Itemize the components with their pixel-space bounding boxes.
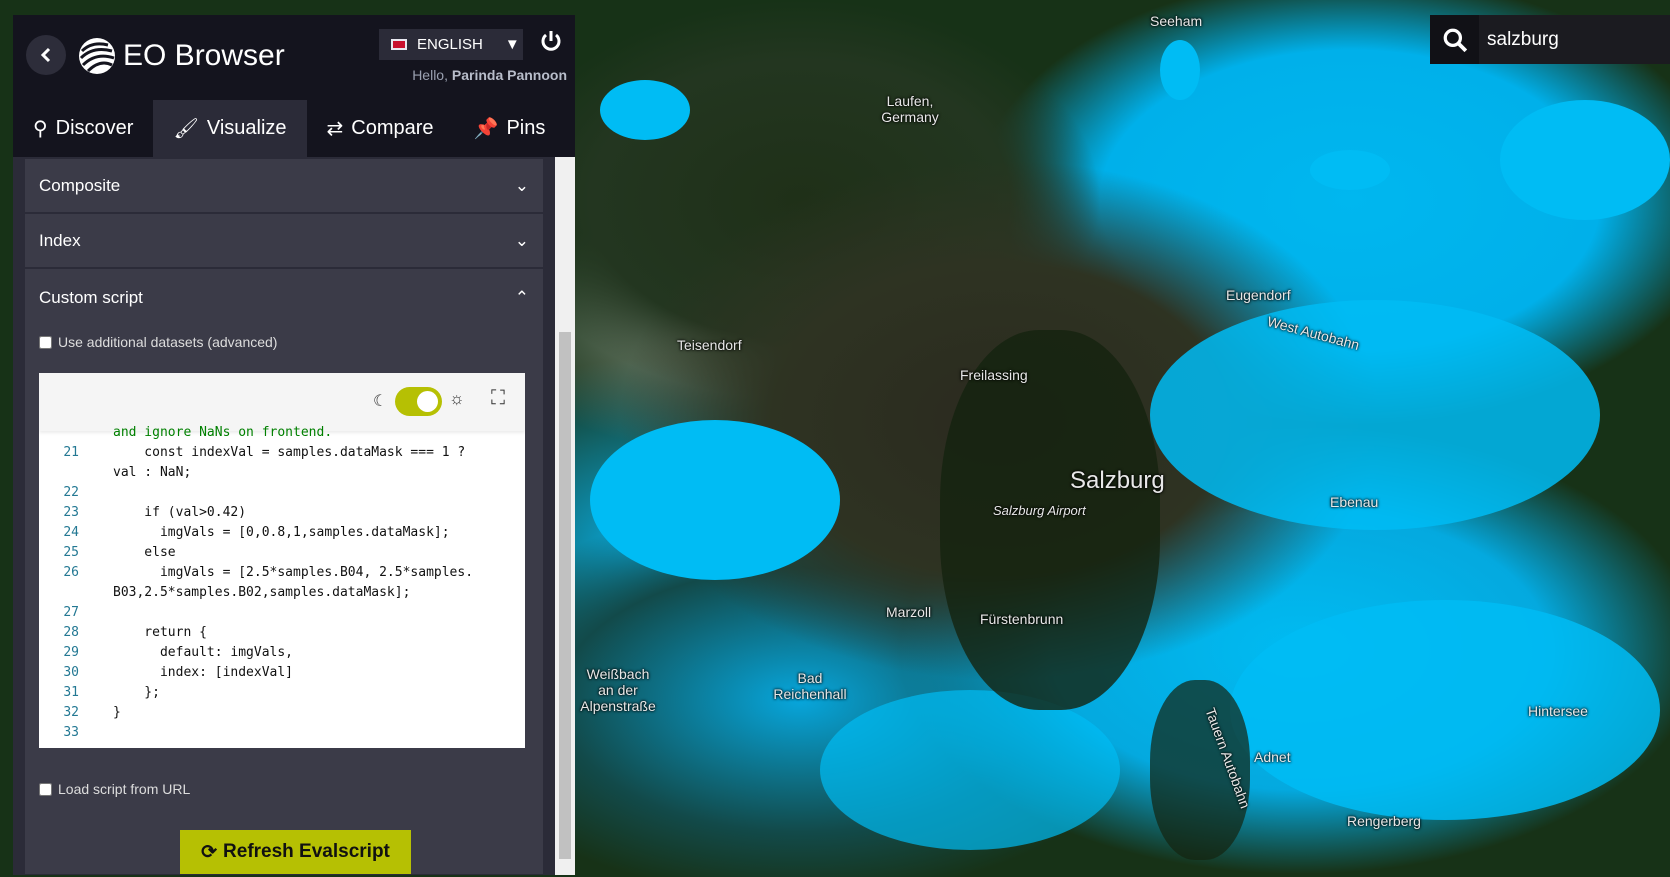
language-selector[interactable]: ENGLISH ▼ — [379, 29, 523, 60]
code-line: if (val>0.42) — [113, 505, 247, 520]
accordion-custom-script[interactable]: Custom script ⌃ — [25, 269, 543, 326]
chevron-down-icon: ⌄ — [514, 175, 529, 195]
search-box — [1430, 15, 1670, 64]
map-label: Rengerberg — [1347, 813, 1421, 829]
map-label: Eugendorf — [1226, 287, 1291, 303]
map-label: Ebenau — [1330, 494, 1379, 510]
line-number: 32 — [63, 705, 79, 720]
chevron-down-icon: ⌄ — [514, 230, 529, 250]
line-number: 24 — [63, 525, 79, 540]
map-label: Freilassing — [960, 367, 1028, 383]
tab-pins[interactable]: 📌 Pins — [454, 100, 566, 157]
refresh-icon: ⟳ — [201, 841, 218, 863]
line-number: 28 — [63, 625, 79, 640]
map-label: Adnet — [1254, 749, 1291, 765]
map-label: Fürstenbrunn — [980, 611, 1064, 627]
power-icon[interactable] — [540, 29, 562, 58]
code-line: B03,2.5*samples.B02,samples.dataMask]; — [113, 585, 411, 600]
uk-flag-icon — [391, 39, 407, 50]
caret-down-icon: ▼ — [504, 36, 520, 53]
tab-discover[interactable]: ⚲ Discover — [13, 100, 153, 157]
app-title: EO Browser — [123, 39, 285, 72]
tab-bar: ⚲ Discover 🖌 Visualize ⇄ Compare 📌 Pins — [13, 100, 575, 157]
load-script-url-checkbox[interactable]: Load script from URL — [39, 781, 190, 797]
search-icon[interactable] — [1430, 15, 1479, 64]
tab-compare[interactable]: ⇄ Compare — [307, 100, 454, 157]
code-line: index: [indexVal] — [113, 665, 294, 680]
map-label: Marzoll — [886, 604, 932, 620]
code-line: imgVals = [0,0.8,1,samples.dataMask]; — [113, 525, 450, 540]
map-label: Salzburg Airport — [993, 503, 1086, 518]
map-label: Bad Reichenhall — [773, 670, 847, 702]
map-label: Weißbach an der Alpenstraße — [580, 666, 656, 714]
code-line: const indexVal = samples.dataMask === 1 … — [113, 445, 466, 460]
map-label: Teisendorf — [677, 337, 742, 353]
user-name: Parinda Pannoon — [451, 67, 567, 83]
code-line: default: imgVals, — [113, 645, 294, 660]
line-number: 25 — [63, 545, 79, 560]
sun-icon: ☼ — [449, 389, 465, 408]
pin-icon: 📌 — [473, 118, 499, 140]
greeting: Hello, Parinda Pannoon — [412, 67, 567, 83]
map-label: Laufen, Germany — [881, 93, 939, 125]
search-input[interactable] — [1479, 28, 1659, 51]
brush-icon: 🖌 — [173, 118, 199, 140]
map-label: Hintersee — [1528, 703, 1588, 719]
line-number: 27 — [63, 605, 79, 620]
map-label: Seeham — [1150, 13, 1203, 29]
code-line: val : NaN; — [113, 465, 192, 480]
line-number: 21 — [63, 445, 79, 460]
code-line: and ignore NaNs on frontend. — [113, 425, 333, 440]
line-number: 33 — [63, 725, 79, 740]
map-label-city: Salzburg — [1070, 467, 1165, 494]
accordion-composite[interactable]: Composite ⌄ — [25, 159, 543, 212]
side-panel: EO Browser ENGLISH ▼ Hello, Parinda Pann… — [13, 15, 575, 875]
language-label: ENGLISH — [417, 36, 483, 53]
panel-scrollbar[interactable] — [555, 157, 575, 875]
use-additional-datasets-checkbox[interactable]: Use additional datasets (advanced) — [39, 326, 529, 350]
search-icon: ⚲ — [33, 118, 48, 140]
code-editor[interactable]: ☾ ☼ ⛶ and ignore NaNs on frontend. 21 con… — [39, 373, 525, 748]
refresh-evalscript-button[interactable]: ⟳ Refresh Evalscript — [180, 830, 411, 874]
chevron-up-icon: ⌃ — [514, 287, 529, 307]
line-number: 30 — [63, 665, 79, 680]
moon-icon: ☾ — [373, 393, 388, 410]
line-number: 29 — [63, 645, 79, 660]
code-line: } — [113, 705, 121, 720]
fullscreen-icon[interactable]: ⛶ — [491, 387, 505, 410]
line-number: 22 — [63, 485, 79, 500]
eo-browser-logo — [78, 37, 116, 75]
code-line: else — [113, 545, 176, 560]
line-number: 31 — [63, 685, 79, 700]
line-number: 23 — [63, 505, 79, 520]
back-button[interactable] — [26, 35, 66, 75]
accordion-index[interactable]: Index ⌄ — [25, 214, 543, 267]
swap-icon: ⇄ — [326, 118, 344, 140]
theme-toggle[interactable] — [395, 387, 442, 416]
line-number: 26 — [63, 565, 79, 580]
tab-visualize[interactable]: 🖌 Visualize — [153, 100, 307, 157]
code-line: imgVals = [2.5*samples.B04, 2.5*samples. — [113, 565, 474, 580]
code-line: return { — [113, 625, 207, 640]
code-line: }; — [113, 685, 160, 700]
